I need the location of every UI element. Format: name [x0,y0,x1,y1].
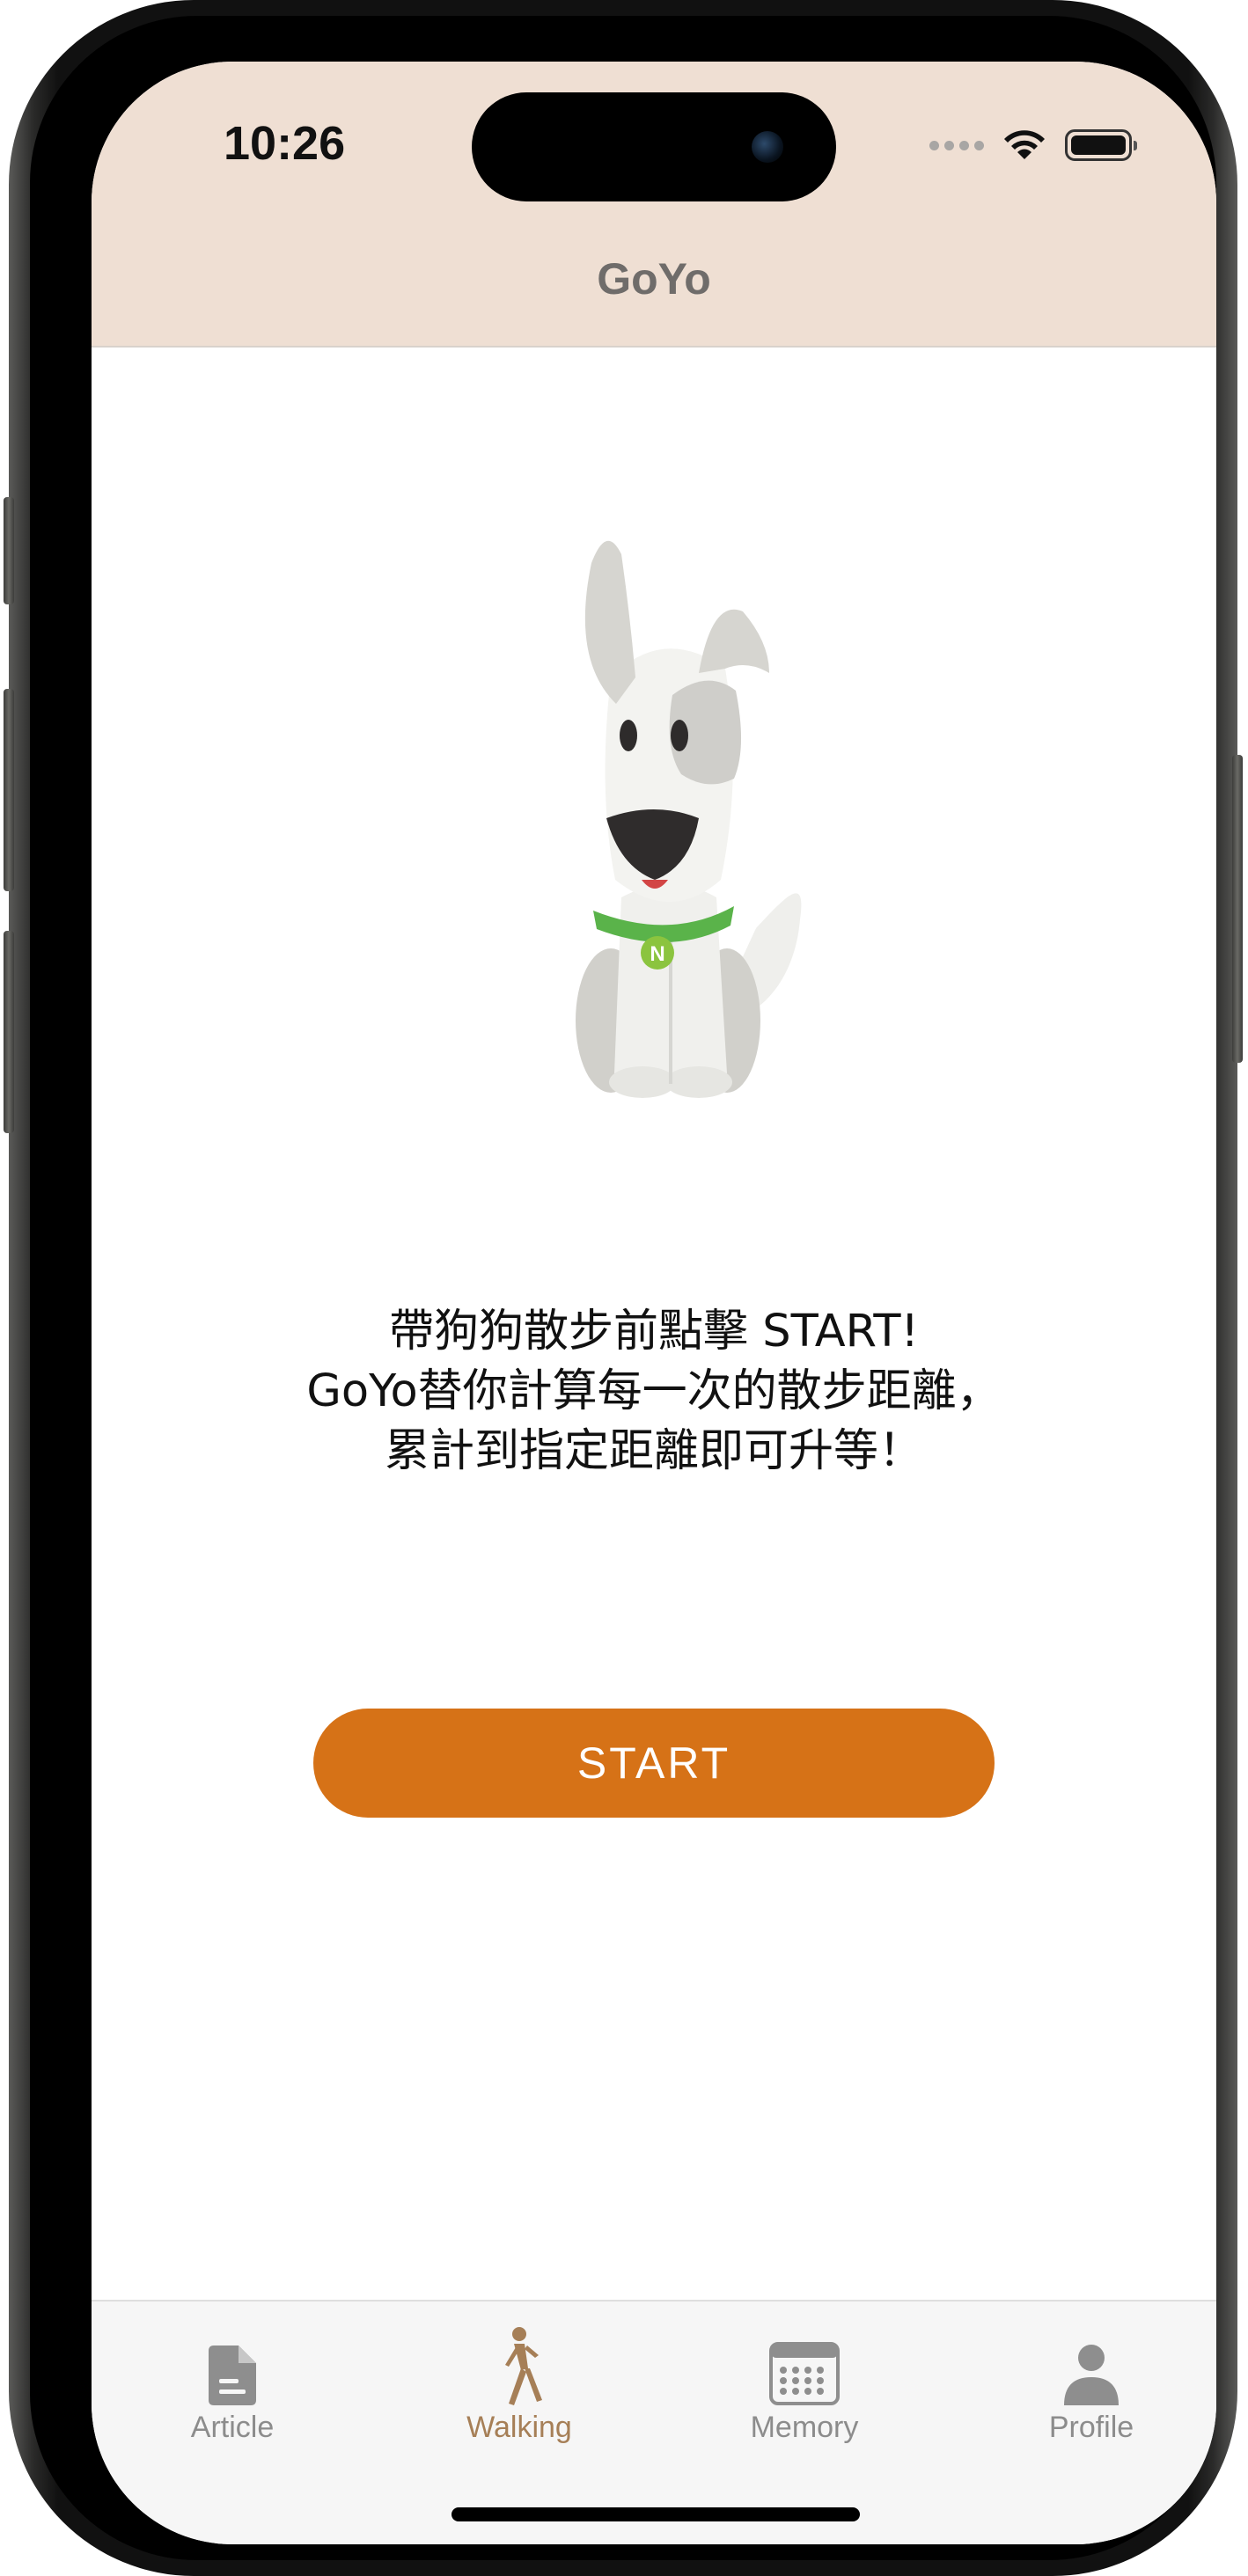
tab-profile[interactable]: Profile [977,2333,1206,2445]
person-icon [1064,2345,1119,2405]
front-camera [752,131,783,163]
tab-walking[interactable]: Walking [405,2327,634,2445]
instruction-line-1: 帶狗狗散步前點擊 START! [389,1306,919,1358]
instruction-line-3: 累計到指定距離即可升等！ [384,1425,923,1477]
volume-down-button [4,931,14,1133]
header: 10:26 GoYo [92,62,1216,348]
start-button[interactable]: START [313,1709,995,1818]
tab-label-walking: Walking [466,2411,572,2444]
bezel: 10:26 GoYo N 帶狗狗散步前點擊 START! GoYo替你計算每一次… [30,16,1216,2560]
dynamic-island [472,92,836,201]
instruction-line-2: GoYo替你計算每一次的散步距離， [306,1365,1002,1417]
calendar-icon [769,2342,840,2405]
action-button [4,497,14,604]
home-indicator[interactable] [451,2507,860,2521]
screen: 10:26 GoYo N 帶狗狗散步前點擊 START! GoYo替你計算每一次… [92,62,1216,2544]
tab-bar: Article Walking Memory Profile [92,2300,1216,2544]
tab-article[interactable]: Article [118,2333,347,2445]
walking-instructions: 帶狗狗散步前點擊 START! GoYo替你計算每一次的散步距離， 累計到指定距… [92,1302,1216,1482]
svg-text:N: N [650,942,664,966]
tab-label-article: Article [190,2411,275,2444]
phone-frame: 10:26 GoYo N 帶狗狗散步前點擊 START! GoYo替你計算每一次… [4,0,1243,2576]
wifi-icon [1004,130,1045,159]
volume-up-button [4,689,14,891]
document-icon [209,2345,256,2405]
tab-label-memory: Memory [750,2411,859,2444]
battery-icon [1065,129,1137,161]
tab-memory[interactable]: Memory [690,2333,919,2445]
cellular-signal-icon [929,140,984,150]
power-button [1232,755,1243,1063]
status-icons [929,123,1137,167]
status-time: 10:26 [224,117,346,170]
tab-label-profile: Profile [1048,2411,1134,2444]
page-title: GoYo [597,254,711,304]
dog-illustration: N [576,540,802,1098]
walking-person-icon [505,2327,542,2405]
